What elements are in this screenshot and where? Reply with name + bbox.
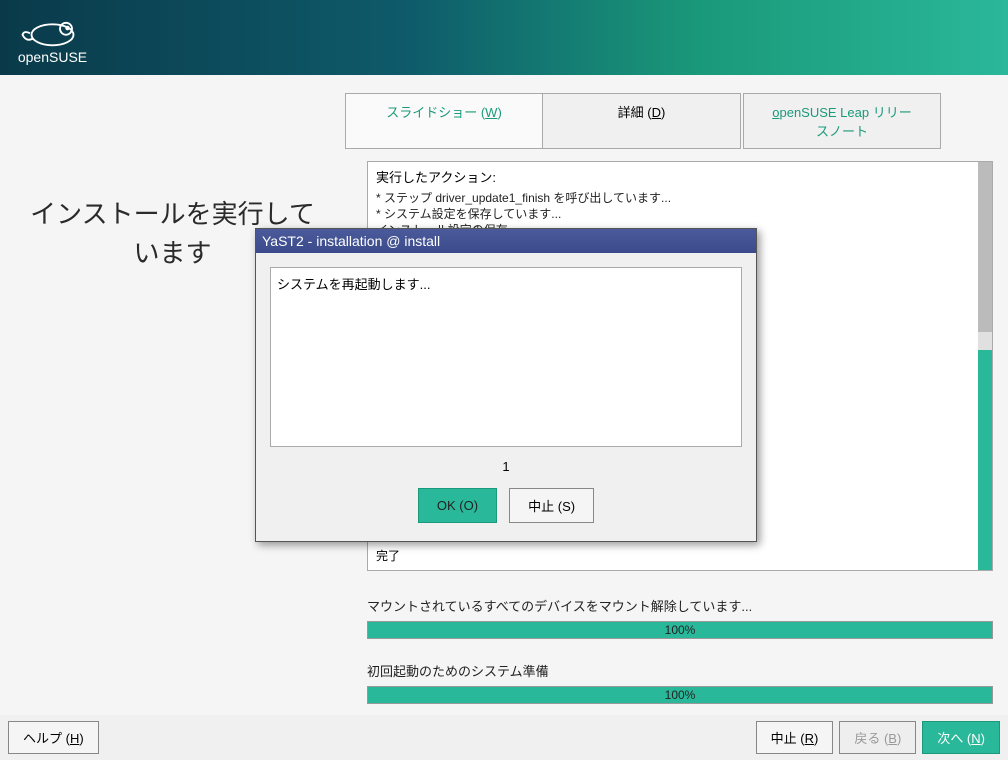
help-button[interactable]: ヘルプ (H) — [8, 721, 99, 754]
progress1-label: マウントされているすべてのデバイスをマウント解除しています... — [367, 596, 993, 615]
tab-bar: スライドショー (W) 詳細 (D) openSUSE Leap リリースノート — [345, 93, 993, 149]
dialog-abort-button[interactable]: 中止 (S) — [509, 488, 594, 523]
tab-slideshow[interactable]: スライドショー (W) — [345, 93, 543, 149]
dialog-message: システムを再起動します... — [277, 277, 430, 292]
progress-section: マウントされているすべてのデバイスをマウント解除しています... 100% 初回… — [367, 596, 993, 704]
dialog-title: YaST2 - installation @ install — [256, 229, 756, 253]
progress1-bar: 100% — [367, 621, 993, 639]
chameleon-icon — [15, 11, 90, 51]
scrollbar-thumb-active[interactable] — [978, 350, 992, 570]
footer: ヘルプ (H) 中止 (R) 戻る (B) 次へ (N) — [0, 715, 1008, 760]
ok-button[interactable]: OK (O) — [418, 488, 497, 523]
next-button[interactable]: 次へ (N) — [922, 721, 1000, 754]
log-line: * ステップ driver_update1_finish を呼び出しています..… — [376, 190, 984, 206]
scrollbar[interactable] — [978, 162, 992, 570]
scrollbar-thumb[interactable] — [978, 162, 992, 332]
log-line: * システム設定を保存しています... — [376, 206, 984, 222]
tab-release-notes[interactable]: openSUSE Leap リリースノート — [743, 93, 941, 149]
logo-text: openSUSE — [18, 49, 87, 65]
dialog-counter: 1 — [270, 459, 742, 474]
log-title: 実行したアクション: — [376, 167, 984, 186]
progress1-value: 100% — [665, 623, 696, 637]
abort-button[interactable]: 中止 (R) — [756, 721, 834, 754]
reboot-dialog: YaST2 - installation @ install システムを再起動し… — [255, 228, 757, 542]
progress2-label: 初回起動のためのシステム準備 — [367, 661, 993, 680]
dialog-buttons: OK (O) 中止 (S) — [270, 488, 742, 523]
progress2-value: 100% — [665, 688, 696, 702]
header: openSUSE — [0, 0, 1008, 75]
dialog-message-box: システムを再起動します... — [270, 267, 742, 447]
back-button: 戻る (B) — [839, 721, 916, 754]
progress2-bar: 100% — [367, 686, 993, 704]
log-bottom-line: 完了 — [376, 547, 400, 564]
opensuse-logo: openSUSE — [15, 11, 90, 65]
dialog-body: システムを再起動します... 1 OK (O) 中止 (S) — [256, 253, 756, 541]
tab-details[interactable]: 詳細 (D) — [543, 93, 741, 149]
